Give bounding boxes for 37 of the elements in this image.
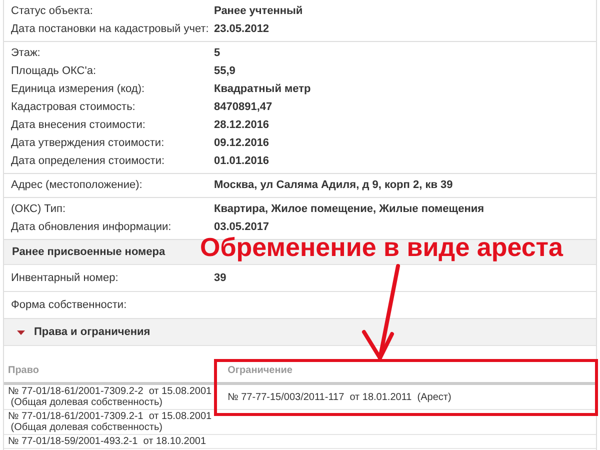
field-value: Квартира, Жилое помещение, Жилые помещения — [214, 203, 484, 215]
restriction-cell: № 77-77-15/003/2011-117 от 18.01.2011 (Арест) — [216, 384, 596, 410]
annotation-text: Обременение в виде ареста — [200, 234, 563, 260]
right-cell: № 77-01/18-61/2001-7309.2-2 от 15.08.2001 (Общая долевая собственность) — [4, 384, 216, 410]
caret-down-icon[interactable] — [16, 328, 26, 336]
field-label: Единица измерения (код): — [10, 83, 146, 95]
field-label: Адрес (местоположение): — [10, 179, 144, 191]
field-value: 23.05.2012 — [214, 23, 270, 35]
field-value: 5 — [214, 47, 220, 59]
field-label: Дата обновления информации: — [10, 221, 172, 233]
field-label: Дата постановки на кадастровый учет: — [10, 23, 210, 35]
section-header[interactable]: Права и ограничения — [4, 319, 596, 346]
field-value: Москва, ул Саляма Адиля, д 9, корп 2, кв 39 — [214, 179, 453, 191]
field-label: Кадастровая стоимость: — [10, 101, 136, 113]
right-cell: № 77-01/18-61/2001-7309.2-1 от 15.08.2001 (Общая долевая собственность) — [4, 410, 216, 434]
field-value: Ранее учтенный — [214, 5, 303, 17]
field-label: Дата определения стоимости: — [10, 155, 166, 167]
field-value: 8470891,47 — [214, 101, 272, 113]
field-label: Дата утверждения стоимости: — [10, 137, 166, 149]
field-label: Этаж: — [10, 47, 42, 59]
section-title: Права и ограничения — [34, 326, 150, 338]
right-cell: № 77-01/18-59/2001-493.2-1 от 18.10.2001 — [4, 434, 216, 448]
column-header: Право — [4, 360, 216, 384]
field-value: 39 — [214, 272, 226, 284]
field-label: Форма собственности: — [10, 299, 128, 311]
field-label: (ОКС) Тип: — [10, 203, 67, 215]
field-value: 01.01.2016 — [214, 155, 270, 167]
field-value: 28.12.2016 — [214, 119, 270, 131]
field-label: Площадь ОКС'а: — [10, 65, 97, 77]
column-header: Ограничение — [216, 360, 596, 384]
field-label: Дата внесения стоимости: — [10, 119, 146, 131]
field-value: 03.05.2017 — [214, 221, 270, 233]
field-value: 09.12.2016 — [214, 137, 270, 149]
field-label: Инвентарный номер: — [10, 272, 120, 284]
field-label: Статус объекта: — [10, 5, 94, 17]
field-value: 55,9 — [214, 65, 236, 77]
field-value: Квадратный метр — [214, 83, 311, 95]
